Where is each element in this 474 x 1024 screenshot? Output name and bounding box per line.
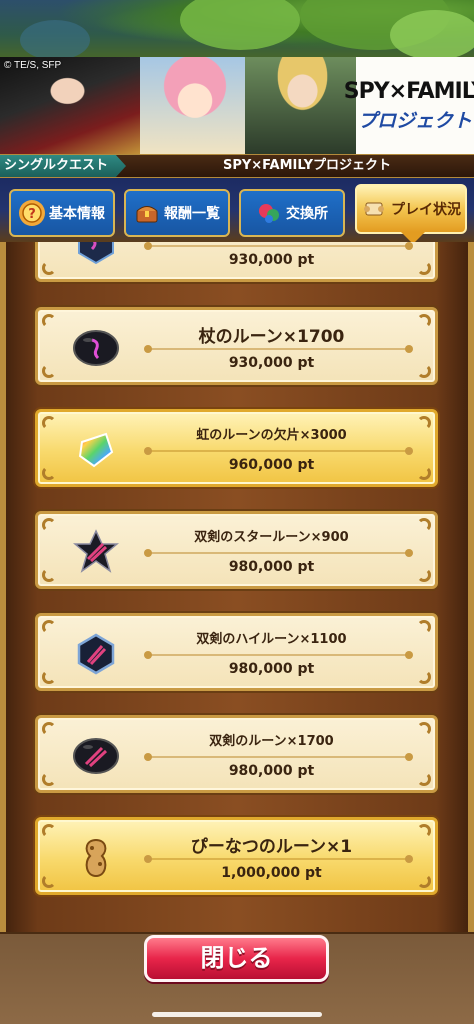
reward-card: 双剣のルーン×1700 980,000 pt <box>35 715 438 793</box>
reward-name: 虹のルーンの欠片×3000 <box>196 428 347 443</box>
rune-icon <box>72 242 120 269</box>
question-icon: ? <box>19 200 45 226</box>
close-button[interactable]: 閉じる <box>144 935 329 982</box>
twin-sword-high-rune-icon <box>72 630 120 678</box>
staff-rune-icon <box>72 324 120 372</box>
tab-play-status-label: プレイ状況 <box>391 202 461 218</box>
scroll-icon <box>361 196 387 222</box>
left-rail <box>0 242 6 932</box>
reward-list[interactable]: 930,000 pt 杖のルーン×1700 930,000 pt 虹のルーンの欠… <box>0 242 474 932</box>
character-yor-art <box>0 57 150 154</box>
reward-name: 杖のルーン×1700 <box>198 327 345 347</box>
reward-card: 双剣のスタールーン×900 980,000 pt <box>35 511 438 589</box>
character-anya-art <box>140 57 250 154</box>
reward-points: 980,000 pt <box>228 559 315 575</box>
reward-card: 930,000 pt <box>35 242 438 282</box>
quest-title-bar: シングルクエスト SPY×FAMILYプロジェクト <box>0 154 474 178</box>
reward-points: 1,000,000 pt <box>221 865 322 881</box>
quest-name: SPY×FAMILYプロジェクト <box>222 158 392 173</box>
event-logo: SPY×FAMILY プロジェクト <box>344 57 474 154</box>
svg-text:?: ? <box>28 207 36 222</box>
reward-name: ぴーなつのルーン×1 <box>190 837 353 857</box>
tab-reward-list[interactable]: 報酬一覧 <box>124 189 230 237</box>
logo-main-text: SPY×FAMILY <box>343 78 474 104</box>
reward-name: 双剣のハイルーン×1100 <box>196 632 347 647</box>
twin-sword-rune-icon <box>72 732 120 780</box>
reward-points: 960,000 pt <box>228 457 315 473</box>
reward-points: 980,000 pt <box>228 661 315 677</box>
top-scene-background <box>0 0 474 60</box>
right-rail <box>468 242 474 932</box>
reward-card: 杖のルーン×1700 930,000 pt <box>35 307 438 385</box>
event-banner: SPY×FAMILY プロジェクト <box>0 57 474 154</box>
reward-points: 930,000 pt <box>228 355 315 371</box>
tab-basic-info[interactable]: ? 基本情報 <box>9 189 115 237</box>
logo-sub-text: プロジェクト <box>357 109 472 132</box>
reward-card: ぴーなつのルーン×1 1,000,000 pt <box>35 817 438 895</box>
twin-sword-star-rune-icon <box>72 528 120 576</box>
reward-name: 双剣のスタールーン×900 <box>194 530 349 545</box>
tab-reward-list-label: 報酬一覧 <box>164 206 220 222</box>
tab-play-status[interactable]: プレイ状況 <box>355 184 467 244</box>
reward-card: 虹のルーンの欠片×3000 960,000 pt <box>35 409 438 487</box>
tab-exchange-label: 交換所 <box>286 206 328 222</box>
copyright-text: © TE/S, SFP <box>4 60 62 71</box>
tab-exchange[interactable]: 交換所 <box>239 189 345 237</box>
home-indicator[interactable] <box>152 1012 322 1017</box>
character-loid-art <box>245 57 360 154</box>
exchange-icon <box>256 200 282 226</box>
reward-name: 双剣のルーン×1700 <box>209 734 334 749</box>
reward-points: 980,000 pt <box>228 763 315 779</box>
tab-bar: ? 基本情報 報酬一覧 交換所 プレイ状況 <box>0 178 474 244</box>
reward-points: 930,000 pt <box>228 252 315 268</box>
reward-card: 双剣のハイルーン×1100 980,000 pt <box>35 613 438 691</box>
peanut-rune-icon <box>72 834 120 882</box>
tab-basic-info-label: 基本情報 <box>49 206 105 222</box>
treasure-chest-icon <box>134 200 160 226</box>
rainbow-rune-fragment-icon <box>72 426 120 474</box>
quest-type-label: シングルクエスト <box>0 155 126 177</box>
bottom-bar: 閉じる <box>0 932 474 1024</box>
